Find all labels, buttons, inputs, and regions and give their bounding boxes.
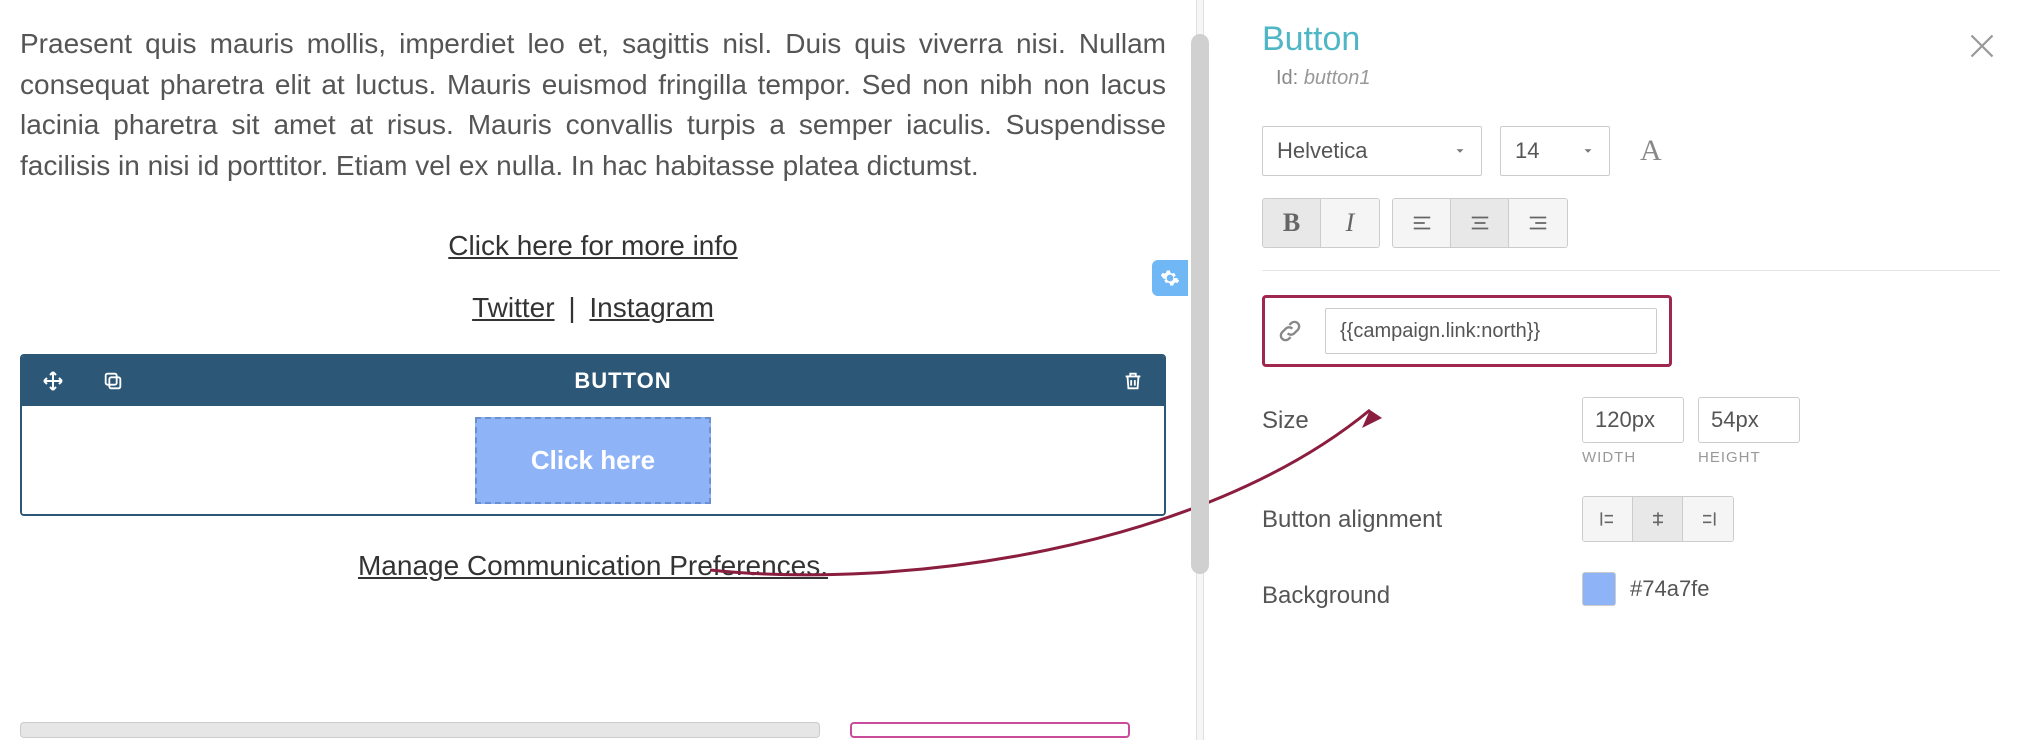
caret-down-icon bbox=[1581, 138, 1595, 164]
size-label: Size bbox=[1262, 397, 1582, 435]
email-canvas: Praesent quis mauris mollis, imperdiet l… bbox=[0, 0, 1186, 740]
twitter-link[interactable]: Twitter bbox=[472, 292, 554, 323]
font-family-value: Helvetica bbox=[1277, 138, 1367, 164]
block-title: BUTTON bbox=[574, 368, 671, 394]
more-info-row: Click here for more info bbox=[20, 230, 1166, 262]
align-left-button[interactable] bbox=[1393, 199, 1451, 247]
italic-button[interactable]: I bbox=[1321, 199, 1379, 247]
block-body: Click here bbox=[22, 406, 1164, 514]
width-input[interactable] bbox=[1582, 397, 1684, 443]
body-paragraph: Praesent quis mauris mollis, imperdiet l… bbox=[20, 24, 1166, 186]
manage-prefs-link[interactable]: Manage Communication Preferences. bbox=[358, 550, 828, 581]
properties-panel: Button Id: button1 Helvetica 14 A bbox=[1240, 0, 2040, 740]
height-input[interactable] bbox=[1698, 397, 1800, 443]
bottom-bar-pink[interactable] bbox=[850, 722, 1130, 738]
panel-id: Id: button1 bbox=[1276, 67, 2000, 90]
text-color-icon[interactable]: A bbox=[1640, 134, 1662, 168]
style-group: B I bbox=[1262, 198, 1380, 248]
close-icon[interactable] bbox=[1964, 28, 2000, 69]
font-size-value: 14 bbox=[1515, 138, 1539, 164]
button-alignment-label: Button alignment bbox=[1262, 496, 1582, 534]
button-align-group bbox=[1582, 496, 1734, 542]
btn-align-left[interactable] bbox=[1583, 497, 1633, 541]
id-value: button1 bbox=[1304, 67, 1371, 89]
move-icon[interactable] bbox=[38, 366, 68, 396]
btn-align-right[interactable] bbox=[1683, 497, 1733, 541]
button-element[interactable]: Click here bbox=[475, 417, 711, 504]
bottom-strip bbox=[20, 722, 1150, 740]
font-size-select[interactable]: 14 bbox=[1500, 126, 1610, 176]
duplicate-icon[interactable] bbox=[98, 366, 128, 396]
height-caption: HEIGHT bbox=[1698, 449, 1800, 466]
color-swatch[interactable] bbox=[1582, 572, 1616, 606]
social-row: Twitter | Instagram bbox=[20, 292, 1166, 324]
font-family-select[interactable]: Helvetica bbox=[1262, 126, 1482, 176]
align-right-button[interactable] bbox=[1509, 199, 1567, 247]
scrollbar-thumb[interactable] bbox=[1191, 34, 1209, 574]
link-icon bbox=[1273, 314, 1307, 348]
background-color-picker[interactable]: #74a7fe bbox=[1582, 572, 1710, 606]
color-value: #74a7fe bbox=[1630, 576, 1710, 602]
id-label: Id: bbox=[1276, 67, 1298, 89]
button-block[interactable]: BUTTON Click here bbox=[20, 354, 1166, 516]
gear-tab[interactable] bbox=[1152, 260, 1188, 296]
width-caption: WIDTH bbox=[1582, 449, 1684, 466]
panel-divider[interactable] bbox=[1186, 0, 1240, 740]
more-info-link[interactable]: Click here for more info bbox=[448, 230, 737, 261]
divider-line bbox=[1262, 270, 2000, 271]
trash-icon[interactable] bbox=[1118, 366, 1148, 396]
separator: | bbox=[562, 292, 581, 323]
panel-title: Button bbox=[1262, 20, 2000, 59]
background-label: Background bbox=[1262, 572, 1582, 610]
block-header: BUTTON bbox=[22, 356, 1164, 406]
link-row-highlight bbox=[1262, 295, 1672, 367]
caret-down-icon bbox=[1453, 138, 1467, 164]
text-align-group bbox=[1392, 198, 1568, 248]
link-url-input[interactable] bbox=[1325, 308, 1657, 354]
bold-button[interactable]: B bbox=[1263, 199, 1321, 247]
btn-align-center[interactable] bbox=[1633, 497, 1683, 541]
manage-prefs-row: Manage Communication Preferences. bbox=[20, 550, 1166, 582]
align-center-button[interactable] bbox=[1451, 199, 1509, 247]
instagram-link[interactable]: Instagram bbox=[589, 292, 714, 323]
bottom-bar-grey[interactable] bbox=[20, 722, 820, 738]
